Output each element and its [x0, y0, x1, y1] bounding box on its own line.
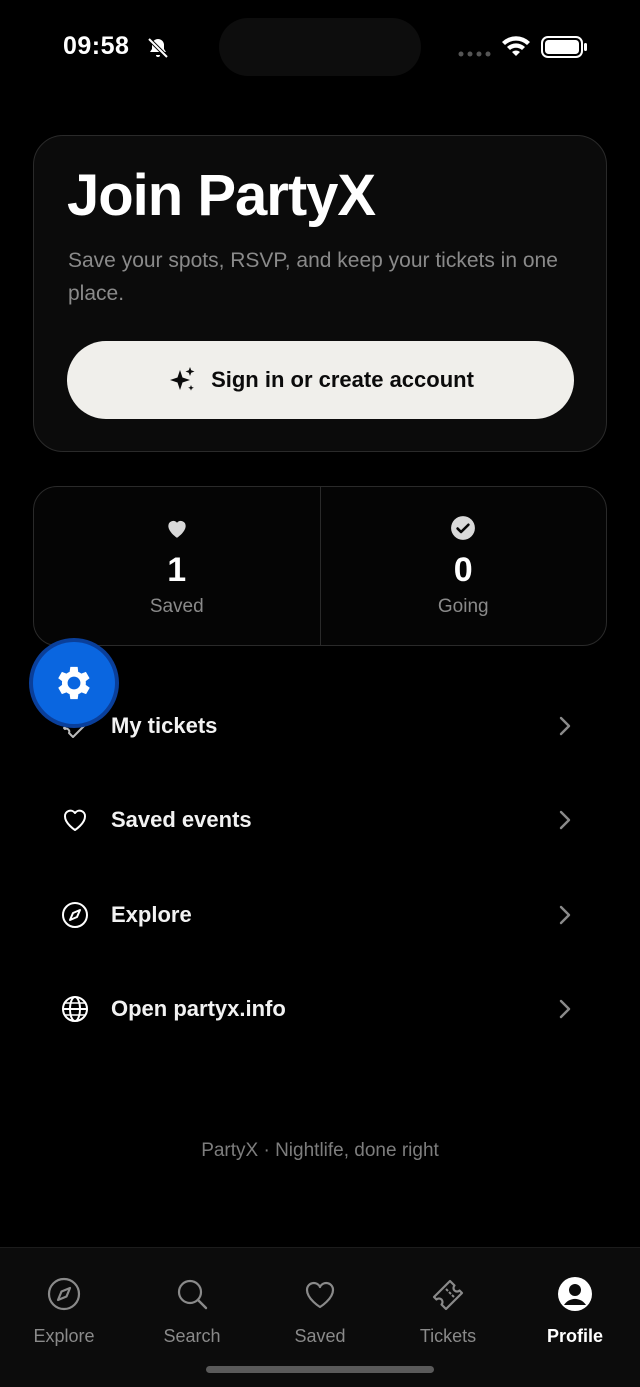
- stat-value: 1: [167, 551, 187, 589]
- tab-search[interactable]: Search: [128, 1276, 256, 1347]
- globe-icon: [62, 996, 88, 1022]
- search-icon: [177, 1279, 208, 1310]
- join-title: Join PartyX: [67, 163, 376, 228]
- tab-profile[interactable]: Profile: [511, 1276, 639, 1347]
- signin-button[interactable]: Sign in or create account: [67, 341, 574, 419]
- tab-label: Tickets: [419, 1326, 477, 1346]
- join-subtitle: Save your spots, RSVP, and keep your tic…: [68, 249, 558, 305]
- heart-outline-icon: [64, 809, 86, 831]
- tab-label: Explore: [33, 1326, 95, 1346]
- settings-button[interactable]: [33, 642, 115, 724]
- menu-item-saved-events[interactable]: Saved events: [33, 780, 607, 860]
- chevron-right-icon: [559, 810, 571, 830]
- sparkles-icon: [170, 367, 195, 391]
- stat-label: Going: [437, 596, 489, 617]
- stats-card: 1 Saved 0 Going: [33, 486, 607, 646]
- status-time: 09:58: [63, 32, 130, 60]
- check-circle-icon: [451, 516, 476, 540]
- status-bar: 09:58: [0, 0, 640, 95]
- menu-label: Saved events: [111, 807, 252, 832]
- chevron-right-icon: [559, 716, 571, 736]
- heart-outline-icon: [305, 1281, 335, 1309]
- tab-explore[interactable]: Explore: [0, 1276, 128, 1347]
- ticket-icon: [432, 1279, 464, 1311]
- menu-item-open-website[interactable]: Open partyx.info: [33, 969, 607, 1049]
- menu-label: Explore: [111, 902, 192, 927]
- footer-tagline: PartyX · Nightlife, done right: [201, 1140, 439, 1161]
- home-indicator: [206, 1366, 434, 1373]
- gear-icon: [58, 666, 90, 700]
- tab-saved[interactable]: Saved: [256, 1276, 384, 1347]
- stat-going[interactable]: 0 Going: [319, 487, 607, 645]
- chevron-right-icon: [559, 999, 571, 1019]
- tab-label: Saved: [294, 1326, 346, 1346]
- menu-label: My tickets: [111, 713, 218, 738]
- compass-icon: [47, 1277, 81, 1311]
- menu-item-my-tickets[interactable]: My tickets: [33, 686, 607, 766]
- join-card: Join PartyX Save your spots, RSVP, and k…: [33, 135, 607, 452]
- menu-label: Open partyx.info: [111, 996, 286, 1021]
- menu-item-explore[interactable]: Explore: [33, 875, 607, 955]
- tab-tickets[interactable]: Tickets: [384, 1276, 512, 1347]
- wifi-icon: [502, 36, 530, 56]
- compass-icon: [62, 902, 88, 928]
- stat-label: Saved: [149, 596, 204, 617]
- bell-muted-icon: [147, 37, 169, 59]
- stat-value: 0: [453, 551, 473, 589]
- battery-icon: [541, 36, 587, 58]
- tab-label: Profile: [546, 1326, 603, 1346]
- stat-saved[interactable]: 1 Saved: [34, 487, 320, 645]
- heart-icon: [168, 520, 186, 538]
- tab-label: Search: [163, 1326, 221, 1346]
- profile-icon: [558, 1277, 592, 1311]
- chevron-right-icon: [559, 905, 571, 925]
- signin-label: Sign in or create account: [211, 367, 474, 392]
- dynamic-island: [219, 18, 421, 76]
- signal-icon: [458, 51, 491, 57]
